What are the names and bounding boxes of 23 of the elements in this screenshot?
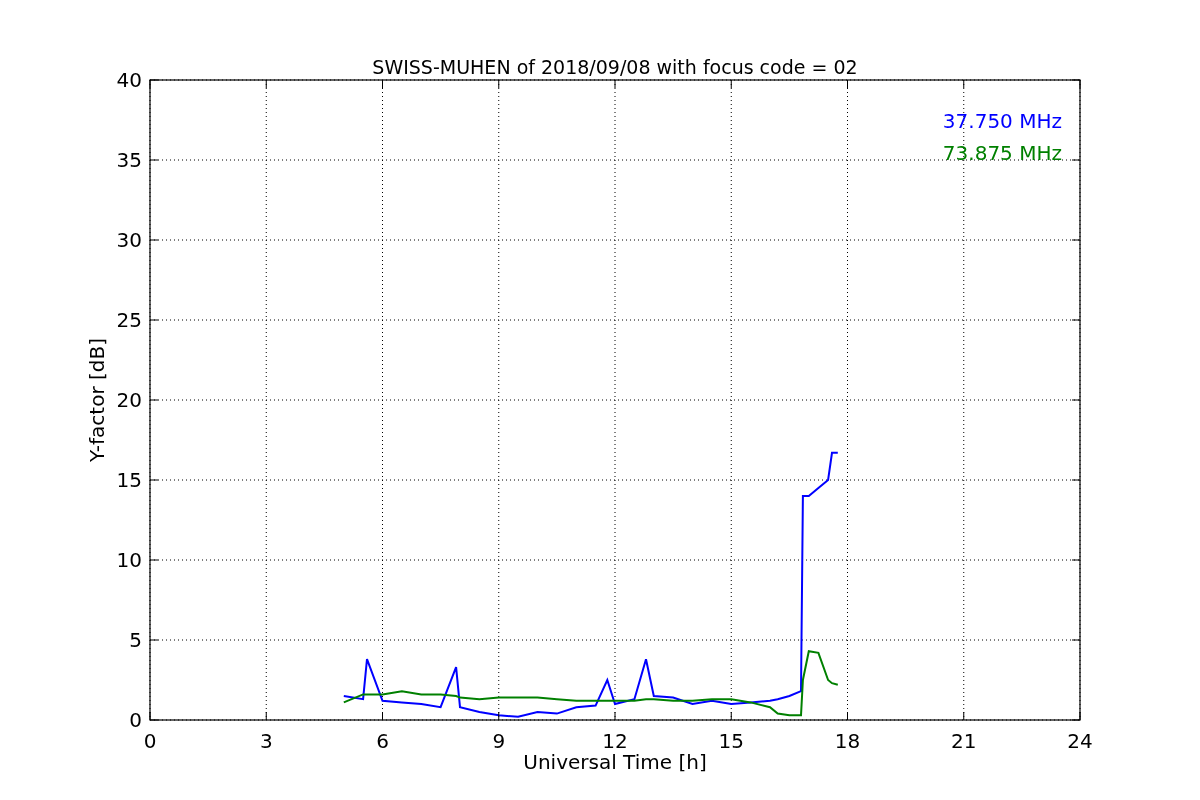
legend-label: 73.875 MHz: [942, 141, 1062, 165]
axis-tick-label: 0: [129, 708, 142, 732]
axis-tick-label: 15: [116, 468, 142, 492]
axis-tick-label: 3: [259, 729, 273, 753]
chart-title: SWISS-MUHEN of 2018/09/08 with focus code = 02: [372, 56, 858, 78]
axis-tick-label: 18: [834, 729, 861, 753]
legend-label: 37.750 MHz: [942, 109, 1062, 133]
axis-tick-label: 15: [718, 729, 744, 753]
axis-tick-label: 6: [376, 729, 389, 753]
axis-tick-label: 5: [129, 628, 142, 652]
axis-tick-label: 35: [116, 148, 142, 172]
axis-title: Y-factor [dB]: [85, 338, 109, 462]
axis-tick-label: 40: [116, 68, 142, 92]
axis-tick-label: 21: [951, 729, 977, 753]
axis-tick-label: 12: [602, 729, 628, 753]
axis-tick-label: 10: [116, 548, 142, 572]
axis-tick-label: 0: [143, 729, 157, 753]
axis-tick-label: 20: [116, 388, 142, 412]
axis-tick-label: 9: [492, 729, 506, 753]
axis-tick-label: 24: [1067, 729, 1093, 753]
axis-tick-label: 30: [116, 228, 142, 252]
axis-tick-label: 25: [116, 308, 142, 332]
axis-title: Universal Time [h]: [523, 750, 707, 774]
